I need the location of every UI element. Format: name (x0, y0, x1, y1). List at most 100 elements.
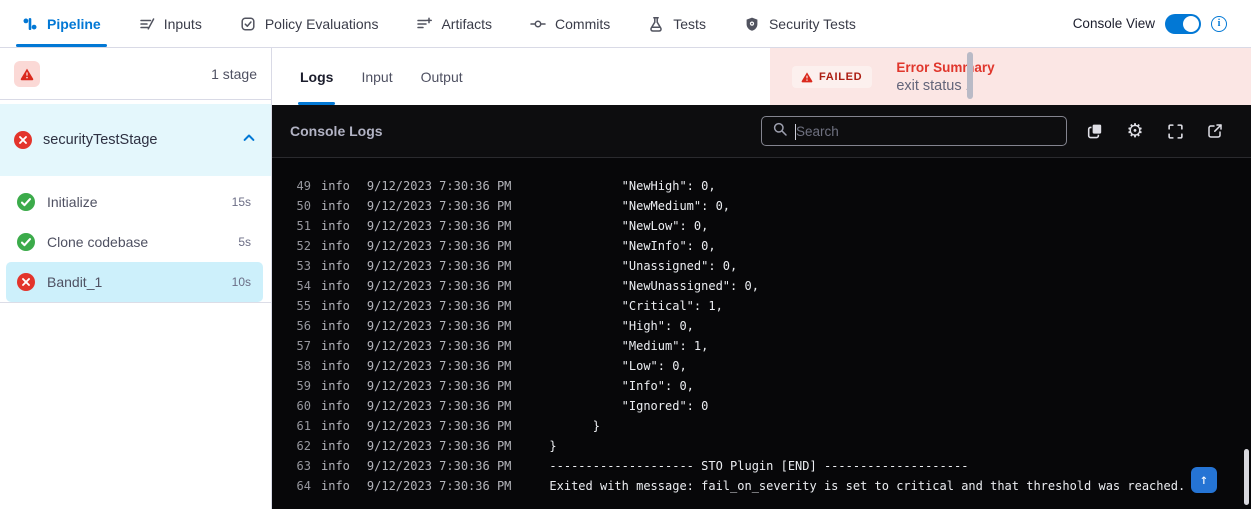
warning-triangle-icon (801, 71, 813, 83)
nav-tab-tests[interactable]: Tests (648, 0, 706, 47)
nav-tab-label: Inputs (164, 16, 202, 32)
log-message: "NewHigh": 0, (549, 176, 715, 196)
log-timestamp: 9/12/2023 7:30:36 PM (367, 416, 512, 436)
nav-tab-artifacts[interactable]: Artifacts (416, 0, 492, 47)
log-level: info (321, 276, 350, 296)
log-timestamp: 9/12/2023 7:30:36 PM (367, 456, 512, 476)
log-timestamp: 9/12/2023 7:30:36 PM (367, 196, 512, 216)
commits-icon (530, 16, 546, 32)
stage-failed-icon (14, 131, 32, 149)
stage-row-securityteststage[interactable]: securityTestStage (0, 104, 271, 176)
nav-tab-pipeline[interactable]: Pipeline (22, 0, 101, 47)
fullscreen-icon[interactable] (1165, 121, 1185, 141)
log-line-number: 51 (296, 216, 311, 236)
search-icon (772, 121, 788, 142)
log-level: info (321, 416, 350, 436)
sidebar-summary-row: 1 stage (0, 48, 271, 100)
error-summary-strip: FAILED Error Summary exit status 1 (770, 48, 1251, 105)
nav-tab-security-tests[interactable]: Security Tests (744, 0, 856, 47)
log-message: -------------------- STO Plugin [END] --… (549, 456, 968, 476)
policy-evaluations-icon (240, 16, 256, 32)
pipeline-execution-page: Pipeline Inputs Policy Evaluations Artif… (0, 0, 1251, 509)
step-details-tabbar: Logs Input Output FAILED Error Summary e… (272, 48, 1251, 105)
log-timestamp: 9/12/2023 7:30:36 PM (367, 356, 512, 376)
failed-badge-label: FAILED (819, 71, 862, 83)
content-layout: 1 stage securityTestStage Initialize 15s (0, 48, 1251, 509)
log-message: "NewUnassigned": 0, (549, 276, 759, 296)
log-message: "Info": 0, (549, 376, 694, 396)
external-link-icon[interactable] (1205, 121, 1225, 141)
log-line-number: 64 (296, 476, 311, 496)
log-line-number: 61 (296, 416, 311, 436)
top-navigation: Pipeline Inputs Policy Evaluations Artif… (0, 0, 1251, 48)
step-success-icon (17, 193, 35, 211)
log-search-box[interactable] (761, 116, 1067, 146)
console-view-label: Console View (1073, 16, 1155, 31)
error-summary-title: Error Summary (896, 60, 994, 75)
log-line: 53 info 9/12/2023 7:30:36 PM "Unassigned… (296, 256, 1251, 276)
scroll-to-top-button[interactable]: ↑ (1191, 467, 1217, 493)
log-level: info (321, 436, 350, 456)
info-icon[interactable]: i (1211, 16, 1227, 32)
step-duration: 15s (232, 195, 251, 209)
search-input[interactable] (796, 124, 1056, 139)
step-failed-icon (17, 273, 35, 291)
log-timestamp: 9/12/2023 7:30:36 PM (367, 236, 512, 256)
log-message: } (549, 416, 600, 436)
pipeline-icon (22, 16, 38, 32)
log-level: info (321, 256, 350, 276)
gear-icon[interactable]: ⚙ (1125, 121, 1145, 141)
log-line-number: 63 (296, 456, 311, 476)
log-message: "Ignored": 0 (549, 396, 708, 416)
artifacts-icon (416, 16, 432, 32)
log-level: info (321, 236, 350, 256)
step-row-initialize[interactable]: Initialize 15s (0, 182, 271, 222)
log-line: 55 info 9/12/2023 7:30:36 PM "Critical":… (296, 296, 1251, 316)
nav-tab-label: Tests (673, 16, 706, 32)
security-tests-icon (744, 16, 760, 32)
log-line: 64 info 9/12/2023 7:30:36 PM Exited with… (296, 476, 1251, 496)
log-line-number: 54 (296, 276, 311, 296)
log-timestamp: 9/12/2023 7:30:36 PM (367, 376, 512, 396)
chevron-up-icon[interactable] (241, 130, 257, 151)
stage-count-label: 1 stage (211, 66, 257, 82)
step-success-icon (17, 233, 35, 251)
tests-icon (648, 16, 664, 32)
pipeline-failed-warning-icon (14, 61, 40, 87)
step-row-bandit-1[interactable]: Bandit_1 10s (6, 262, 263, 302)
copy-icon[interactable] (1085, 121, 1105, 141)
log-line-number: 59 (296, 376, 311, 396)
step-row-clone-codebase[interactable]: Clone codebase 5s (0, 222, 271, 262)
tab-logs[interactable]: Logs (300, 48, 333, 105)
nav-tab-inputs[interactable]: Inputs (139, 0, 202, 47)
tab-input[interactable]: Input (361, 48, 392, 105)
log-line: 61 info 9/12/2023 7:30:36 PM } (296, 416, 1251, 436)
log-timestamp: 9/12/2023 7:30:36 PM (367, 296, 512, 316)
step-name: Initialize (47, 194, 220, 210)
log-message: "Medium": 1, (549, 336, 708, 356)
log-message: "High": 0, (549, 316, 694, 336)
step-details-panel: Logs Input Output FAILED Error Summary e… (272, 48, 1251, 509)
tab-output[interactable]: Output (421, 48, 463, 105)
nav-tab-commits[interactable]: Commits (530, 0, 610, 47)
toggle-knob (1183, 16, 1199, 32)
step-duration: 10s (232, 275, 251, 289)
log-line: 58 info 9/12/2023 7:30:36 PM "Low": 0, (296, 356, 1251, 376)
log-level: info (321, 396, 350, 416)
tab-label: Logs (300, 69, 333, 85)
log-level: info (321, 376, 350, 396)
step-name: Clone codebase (47, 234, 226, 250)
log-line: 49 info 9/12/2023 7:30:36 PM "NewHigh": … (296, 176, 1251, 196)
top-nav-tabs: Pipeline Inputs Policy Evaluations Artif… (22, 0, 856, 47)
arrow-up-icon: ↑ (1200, 472, 1208, 488)
nav-tab-policy-evaluations[interactable]: Policy Evaluations (240, 0, 379, 47)
log-timestamp: 9/12/2023 7:30:36 PM (367, 256, 512, 276)
log-message: "NewMedium": 0, (549, 196, 730, 216)
log-message: "NewLow": 0, (549, 216, 708, 236)
log-scrollbar[interactable] (1244, 449, 1249, 505)
log-level: info (321, 456, 350, 476)
console-log-viewport[interactable]: 49 info 9/12/2023 7:30:36 PM "NewHigh": … (272, 158, 1251, 509)
log-timestamp: 9/12/2023 7:30:36 PM (367, 436, 512, 456)
error-strip-scrollbar[interactable] (967, 52, 973, 99)
console-view-toggle[interactable] (1165, 14, 1201, 34)
